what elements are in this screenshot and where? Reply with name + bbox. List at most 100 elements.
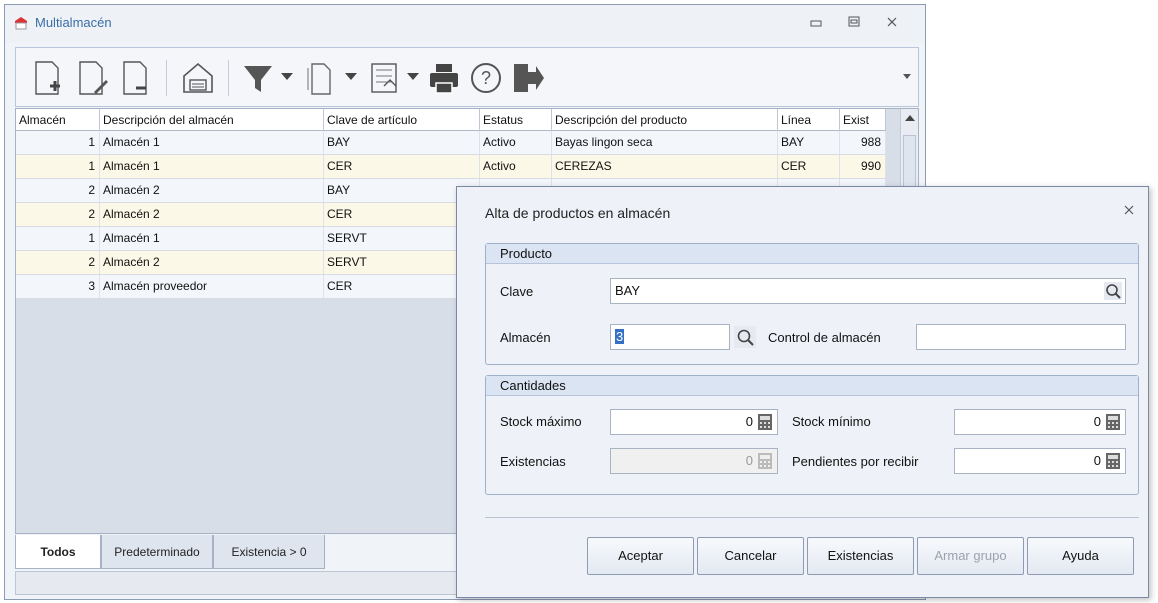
search-icon[interactable] (1104, 282, 1122, 300)
existencias-button[interactable]: Existencias (807, 537, 914, 575)
close-icon (887, 17, 897, 27)
cell-desc-almacen: Almacén proveedor (100, 275, 324, 298)
tab-todos[interactable]: Todos (15, 535, 101, 569)
col-desc-almacen[interactable]: Descripción del almacén (100, 109, 324, 131)
tab-predeterminado[interactable]: Predeterminado (101, 535, 213, 569)
search-icon[interactable] (734, 326, 756, 348)
cantidades-group: Cantidades Stock máximo 0 Stock mínimo 0… (485, 375, 1139, 495)
producto-header: Producto (486, 244, 1138, 264)
col-estatus[interactable]: Estatus (480, 109, 552, 131)
dialog-title: Alta de productos en almacén (485, 205, 671, 221)
cell-desc-almacen: Almacén 2 (100, 179, 324, 202)
cell-linea: BAY (778, 131, 840, 154)
clave-field[interactable]: BAY (610, 278, 1126, 304)
cell-desc-producto: CEREZAS (552, 155, 778, 178)
control-almacen-label: Control de almacén (768, 330, 881, 345)
edit-document-icon (79, 61, 108, 95)
almacen-value: 3 (615, 329, 625, 344)
col-clave[interactable]: Clave de artículo (324, 109, 480, 131)
maximize-button[interactable] (843, 15, 865, 33)
exit-icon (514, 64, 544, 92)
col-exist[interactable]: Exist (840, 109, 886, 131)
chevron-down-icon[interactable] (406, 70, 420, 82)
control-almacen-field[interactable] (916, 324, 1126, 350)
stock-minimo-value: 0 (1093, 414, 1101, 429)
stock-maximo-field[interactable]: 0 (610, 409, 778, 435)
aceptar-button[interactable]: Aceptar (587, 537, 694, 575)
filter-button[interactable] (238, 56, 278, 100)
col-desc-producto[interactable]: Descripción del producto (552, 109, 778, 131)
cell-almacen: 1 (16, 155, 100, 178)
minimize-icon (810, 20, 822, 27)
dialog-separator (485, 517, 1139, 518)
clave-label: Clave (500, 284, 534, 299)
cell-desc-almacen: Almacén 2 (100, 251, 324, 274)
calculator-icon[interactable] (756, 413, 774, 431)
col-almacen[interactable]: Almacén (16, 109, 100, 131)
warehouse-icon (183, 62, 213, 93)
cantidades-header: Cantidades (486, 376, 1138, 396)
new-document-icon (35, 61, 60, 95)
table-row[interactable]: 1 Almacén 1 CER Activo CEREZAS CER 990 (16, 155, 886, 179)
maximize-icon (848, 16, 860, 27)
cell-desc-almacen: Almacén 1 (100, 131, 324, 154)
app-icon (15, 17, 27, 30)
clave-value: BAY (615, 283, 641, 298)
copy-button[interactable] (300, 56, 340, 100)
delete-button[interactable] (116, 56, 156, 100)
pendientes-value: 0 (1093, 453, 1101, 468)
dialog-close-button[interactable] (1120, 203, 1138, 221)
stock-maximo-label: Stock máximo (500, 414, 582, 429)
new-button[interactable] (28, 56, 68, 100)
cell-linea: CER (778, 155, 840, 178)
cell-almacen: 2 (16, 203, 100, 226)
chevron-down-icon[interactable] (344, 70, 358, 82)
toolbar-overflow-icon[interactable] (902, 72, 912, 80)
almacen-label: Almacén (500, 330, 551, 345)
armar-grupo-button: Armar grupo (917, 537, 1024, 575)
cell-desc-producto: Bayas lingon seca (552, 131, 778, 154)
scroll-up-icon[interactable] (905, 115, 915, 121)
cell-clave: CER (324, 155, 480, 178)
delete-document-icon (123, 61, 147, 95)
print-button[interactable] (424, 56, 464, 100)
help-button[interactable]: ? (466, 56, 506, 100)
print-icon (430, 64, 458, 94)
col-linea[interactable]: Línea (778, 109, 840, 131)
svg-text:?: ? (481, 68, 491, 88)
close-button[interactable] (881, 15, 903, 33)
cancelar-button[interactable]: Cancelar (697, 537, 804, 575)
pendientes-label: Pendientes por recibir (792, 454, 919, 469)
cell-desc-almacen: Almacén 1 (100, 155, 324, 178)
chevron-down-icon[interactable] (280, 70, 294, 82)
existencias-label: Existencias (500, 454, 566, 469)
almacen-field[interactable]: 3 (610, 324, 730, 350)
tab-existencia[interactable]: Existencia > 0 (213, 535, 325, 569)
title-bar: Multialmacén (5, 5, 925, 43)
table-row[interactable]: 1 Almacén 1 BAY Activo Bayas lingon seca BAY 9… (16, 131, 886, 155)
export-button[interactable] (364, 56, 404, 100)
calculator-icon (758, 453, 772, 469)
cell-almacen: 2 (16, 251, 100, 274)
close-icon (1124, 205, 1134, 215)
minimize-button[interactable] (805, 15, 827, 33)
calculator-icon[interactable] (1104, 452, 1122, 470)
cell-almacen: 3 (16, 275, 100, 298)
cell-exist: 990 (840, 155, 886, 178)
exit-button[interactable] (506, 56, 546, 100)
toolbar: ? (15, 47, 919, 107)
cell-clave: BAY (324, 131, 480, 154)
cell-desc-almacen: Almacén 2 (100, 203, 324, 226)
cell-almacen: 2 (16, 179, 100, 202)
stock-minimo-label: Stock mínimo (792, 414, 871, 429)
stock-minimo-field[interactable]: 0 (954, 409, 1126, 435)
pendientes-field[interactable]: 0 (954, 448, 1126, 474)
ayuda-button[interactable]: Ayuda (1027, 537, 1134, 575)
copy-icon (307, 63, 331, 95)
grid-header: Almacén Descripción del almacén Clave de… (16, 109, 886, 131)
warehouse-button[interactable] (178, 56, 218, 100)
edit-button[interactable] (72, 56, 112, 100)
window-title: Multialmacén (35, 15, 112, 30)
cell-exist: 988 (840, 131, 886, 154)
calculator-icon[interactable] (1104, 413, 1122, 431)
